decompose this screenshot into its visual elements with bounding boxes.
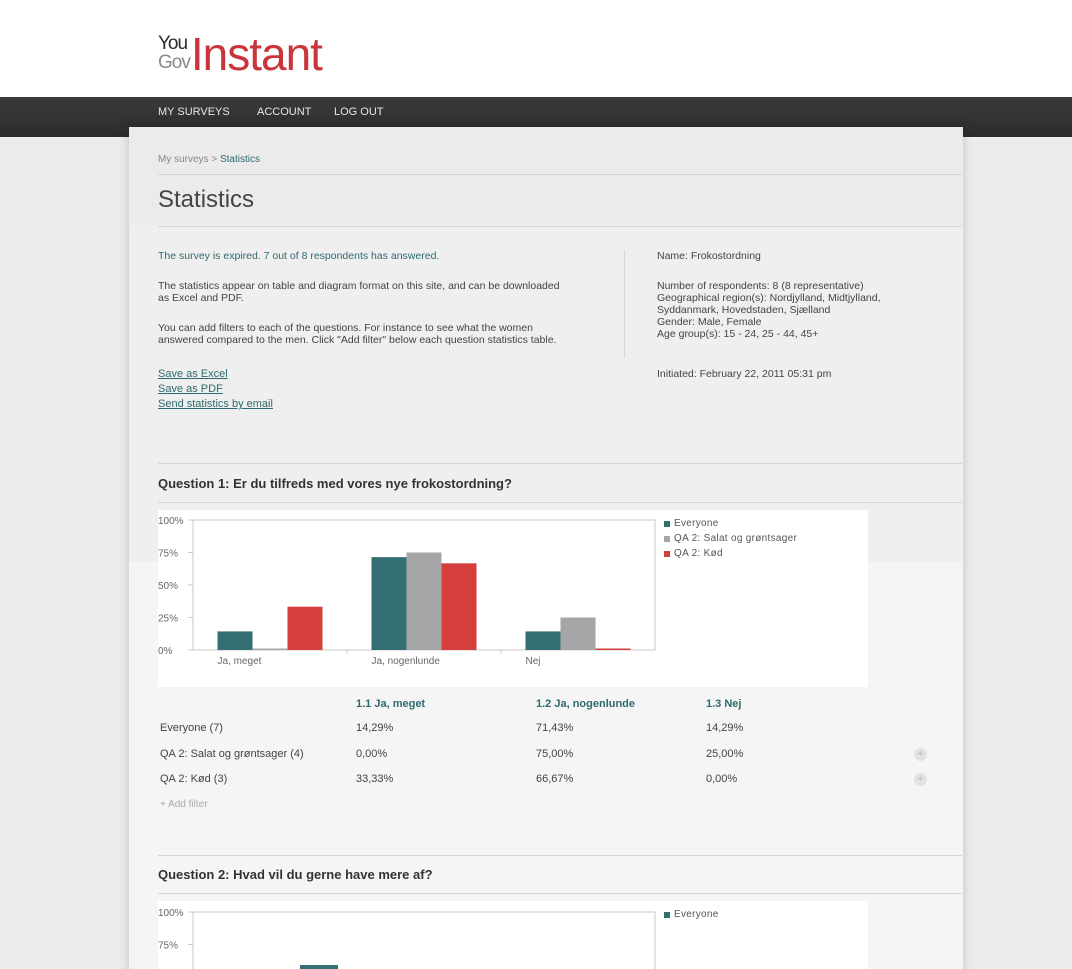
breadcrumb-separator: > [208,154,220,165]
breadcrumb-current: Statistics [219,154,260,165]
bar-qa-2-salat-og-gr-ntsager-ja-nogenlunde [406,552,442,650]
info-paragraph-line: as Excel and PDF. [158,292,244,304]
table-cell: 75,00% [536,748,574,760]
youinstant-logo[interactable]: You Gov Instant [158,22,323,80]
nav-account[interactable]: ACCOUNT [257,106,311,118]
table-cell: 33,33% [356,773,394,785]
legend-item-everyone: Everyone [664,907,719,922]
survey-age-groups: Age group(s): 15 - 24, 25 - 44, 45+ [657,328,819,340]
table-header-1-2: 1.2 Ja, nogenlunde [536,698,636,710]
save-as-pdf-link[interactable]: Save as PDF [158,383,223,395]
legend-swatch [664,550,670,557]
legend-swatch [664,911,670,918]
divider [158,174,962,175]
save-as-excel-link[interactable]: Save as Excel [158,368,228,380]
bar-qa-2-salat-og-gr-ntsager-nej [560,617,596,650]
bar-qa-2-salat-og-gr-ntsager-ja-meget [252,648,288,650]
question-1-chart-plot: 0% 25% 50% 75% 100% Ja, meget Ja, nogenlunde Ne… [158,516,656,667]
table-header-1-3: 1.3 Nej [706,698,742,710]
legend-label: QA 2: Salat og grøntsager [674,533,798,544]
table-cell: 0,00% [706,773,738,785]
nav-log-out[interactable]: LOG OUT [334,106,384,118]
question-1-chart-legend: Everyone QA 2: Salat og grøntsager QA 2: K… [664,516,797,561]
y-tick-label: 100% [158,908,184,919]
bar-everyone-nej [525,631,561,650]
y-tick-label: 0% [158,646,173,657]
remove-filter-button[interactable]: ÷ [914,773,927,786]
y-tick-label: 75% [158,941,178,952]
divider [158,226,962,227]
legend-label: Everyone [674,518,719,529]
breadcrumb: My surveys > Statistics [158,154,260,165]
survey-name: Name: Frokostordning [657,250,761,262]
info-paragraph-line: The statistics appear on table and diagr… [158,280,560,292]
table-cell: 66,67% [536,773,574,785]
yougov-wordmark: You Gov [158,33,191,73]
legend-label: QA 2: Kød [674,548,723,559]
survey-initiated: Initiated: February 22, 2011 05:31 pm [657,368,832,380]
bar-qa-2-k-d-ja-nogenlunde [441,563,477,650]
x-tick-label: Ja, nogenlunde [372,656,441,667]
x-tick-label: Ja, meget [218,656,262,667]
question-2-chart-legend: Everyone [664,907,719,922]
survey-status-text: The survey is expired. 7 out of 8 respon… [158,250,440,262]
send-statistics-email-link[interactable]: Send statistics by email [158,398,273,410]
y-tick-label: 25% [158,614,178,625]
divider [158,463,962,464]
info-paragraph-line: answered compared to the men. Click "Add… [158,334,557,346]
bar-everyone-ja-meget [217,631,253,650]
table-cell: 14,29% [706,722,744,734]
question-2-chart: 100% 75% Everyone [158,901,868,969]
bar-everyone-ja-nogenlunde [371,557,407,650]
table-cell: 14,29% [356,722,394,734]
table-cell: 71,43% [536,722,574,734]
question-1-chart: 0% 25% 50% 75% 100% Ja, meget Ja, nogenlunde Ne… [158,510,868,687]
survey-region-cont: Syddanmark, Hovedstaden, Sjælland [657,304,831,316]
table-row-label: Everyone (7) [160,722,223,734]
remove-filter-button[interactable]: ÷ [914,748,927,761]
legend-swatch [664,520,670,527]
nav-my-surveys[interactable]: MY SURVEYS [158,106,230,118]
bar-everyone-partial [300,965,338,969]
logo-gov-text: Gov [158,52,191,73]
legend-item-qa-2-k-d: QA 2: Kød [664,546,797,561]
add-filter-link[interactable]: + Add filter [160,799,208,810]
bar-qa-2-k-d-nej [595,648,631,650]
survey-respondents: Number of respondents: 8 (8 representati… [657,280,864,292]
logo-instant-text: Instant [190,28,323,80]
legend-label: Everyone [674,909,719,920]
header: You Gov Instant [0,0,1072,97]
question-1-title: Question 1: Er du tilfreds med vores nye… [158,476,512,491]
vertical-divider [624,250,625,358]
info-paragraph-line: You can add filters to each of the quest… [158,322,533,334]
table-row-label: QA 2: Kød (3) [160,773,228,785]
table-row-label: QA 2: Salat og grøntsager (4) [160,748,304,760]
survey-region: Geographical region(s): Nordjylland, Mid… [657,292,881,304]
y-tick-label: 100% [158,516,184,527]
survey-gender: Gender: Male, Female [657,316,762,328]
divider [158,502,962,503]
y-tick-label: 75% [158,549,178,560]
y-tick-label: 50% [158,581,178,592]
legend-swatch [664,535,670,542]
divider [158,893,962,894]
divider [158,855,962,856]
x-tick-label: Nej [526,656,541,667]
table-cell: 0,00% [356,748,388,760]
bar-qa-2-k-d-ja-meget [287,606,323,650]
table-header-1-1: 1.1 Ja, meget [356,698,426,710]
table-cell: 25,00% [706,748,744,760]
legend-item-qa-2-salat-og-gr-ntsager: QA 2: Salat og grøntsager [664,531,797,546]
breadcrumb-my-surveys[interactable]: My surveys [158,154,209,165]
logo-you-text: You [158,33,188,54]
panel-header-area [129,127,963,225]
page-title: Statistics [158,186,255,213]
question-2-title: Question 2: Hvad vil du gerne have mere … [158,867,433,882]
question-2-chart-plot: 100% 75% [158,908,656,969]
legend-item-everyone: Everyone [664,516,797,531]
